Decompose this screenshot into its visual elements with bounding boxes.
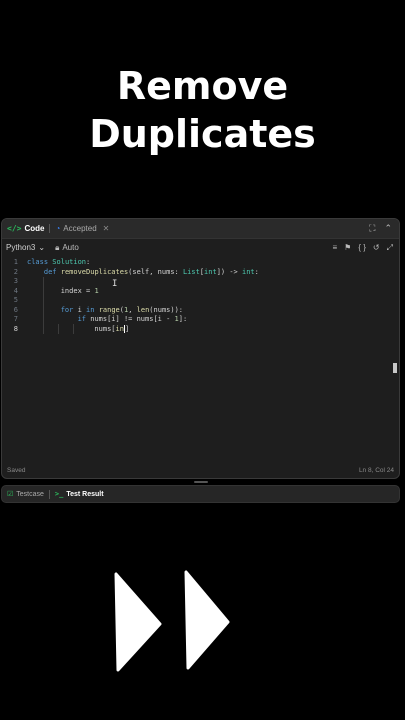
headline-line-1: Remove [116,64,289,108]
language-label: Python3 [6,243,36,252]
code-text: for i in range(1, len(nums)): [60,305,184,314]
editor-tab-bar: </> Code ◔ Accepted ✕ ⛶ ⌃ [2,219,399,239]
line-number: 4 [13,286,18,295]
code-line: 1 class Solution: [2,258,399,268]
language-select[interactable]: Python3 ⌄ [2,243,45,252]
chevron-down-icon: ⌄ [38,243,46,252]
line-number: 3 [13,277,18,285]
code-line: 2 def removeDuplicates(self, nums: List[… [2,268,399,278]
cursor-position: Ln 8, Col 24 [358,466,394,474]
code-line: 3 [2,277,399,287]
tab-testcase[interactable]: ☑ Testcase [2,490,49,499]
tab-accepted-label: Accepted [63,224,97,233]
code-icon: </> [7,224,22,233]
bookmark-icon[interactable]: ⚑ [344,243,351,253]
editor-status-bar: Saved Ln 8, Col 24 [2,462,399,478]
line-number: 6 [13,305,18,314]
checkbox-icon: ☑ [7,491,14,498]
tab-accepted[interactable]: ◔ Accepted ✕ [50,219,114,238]
line-number: 2 [13,267,18,276]
mouse-ibeam-icon: I [112,279,118,289]
line-number: 5 [13,296,18,304]
tab-test-result[interactable]: >_ Test Result [50,490,109,498]
headline-line-2: Duplicates [89,112,316,156]
tab-test-result-label: Test Result [66,490,104,498]
fullscreen-icon[interactable]: ⛶ [369,223,375,234]
code-text: def removeDuplicates(self, nums: List[in… [43,267,259,276]
code-line: 7 if nums[i] != nums[i - 1]: [2,315,399,325]
code-line: 4 index = 1 [2,287,399,297]
format-icon[interactable]: ≡ [332,243,337,253]
code-line: 8 nums[in] [2,324,399,335]
tab-testcase-label: Testcase [16,490,44,498]
chevron-up-icon[interactable]: ⌃ [384,223,392,234]
test-panel-tabs: ☑ Testcase >_ Test Result [1,485,400,503]
scrollbar-marker[interactable] [393,363,397,373]
expand-icon[interactable]: ⤢ [387,243,393,253]
code-text: if nums[i] != nums[i - 1]: [77,315,188,323]
line-number: 7 [13,315,18,323]
tab-code-label: Code [24,224,45,233]
lock-icon: 🔒︎ [55,242,60,252]
reset-icon[interactable]: ↺ [373,243,380,253]
page-headline: Remove Duplicates [0,62,405,158]
code-text: nums[in] [27,324,130,333]
code-text: class Solution: [27,258,91,266]
accepted-icon: ◔ [55,224,61,233]
code-text: index = 1 [27,286,99,295]
code-line: 6 for i in range(1, len(nums)): [2,306,399,316]
tab-code[interactable]: </> Code [2,219,49,238]
tabbar-actions: ⛶ ⌃ [369,223,399,234]
braces-icon[interactable]: { } [358,243,366,253]
editor-toolbar: Python3 ⌄ 🔒︎ Auto ≡ ⚑ { } ↺ ⤢ [2,239,399,256]
line-number: 8 [13,324,18,333]
code-line: 5 [2,296,399,306]
save-status: Saved [7,466,26,474]
line-number: 1 [13,258,18,266]
close-icon[interactable]: ✕ [103,224,110,233]
terminal-icon: >_ [54,490,64,498]
toolbar-actions: ≡ ⚑ { } ↺ ⤢ [332,243,399,253]
autocomplete-label: Auto [62,243,79,252]
fast-forward-icon [114,570,230,672]
text-cursor [123,324,125,333]
code-editor-panel: </> Code ◔ Accepted ✕ ⛶ ⌃ Python3 ⌄ 🔒︎ A… [1,218,400,479]
autocomplete-toggle[interactable]: 🔒︎ Auto [55,243,79,253]
panel-resize-handle[interactable] [194,481,208,483]
code-area[interactable]: 1 class Solution: 2 def removeDuplicates(… [2,258,399,463]
